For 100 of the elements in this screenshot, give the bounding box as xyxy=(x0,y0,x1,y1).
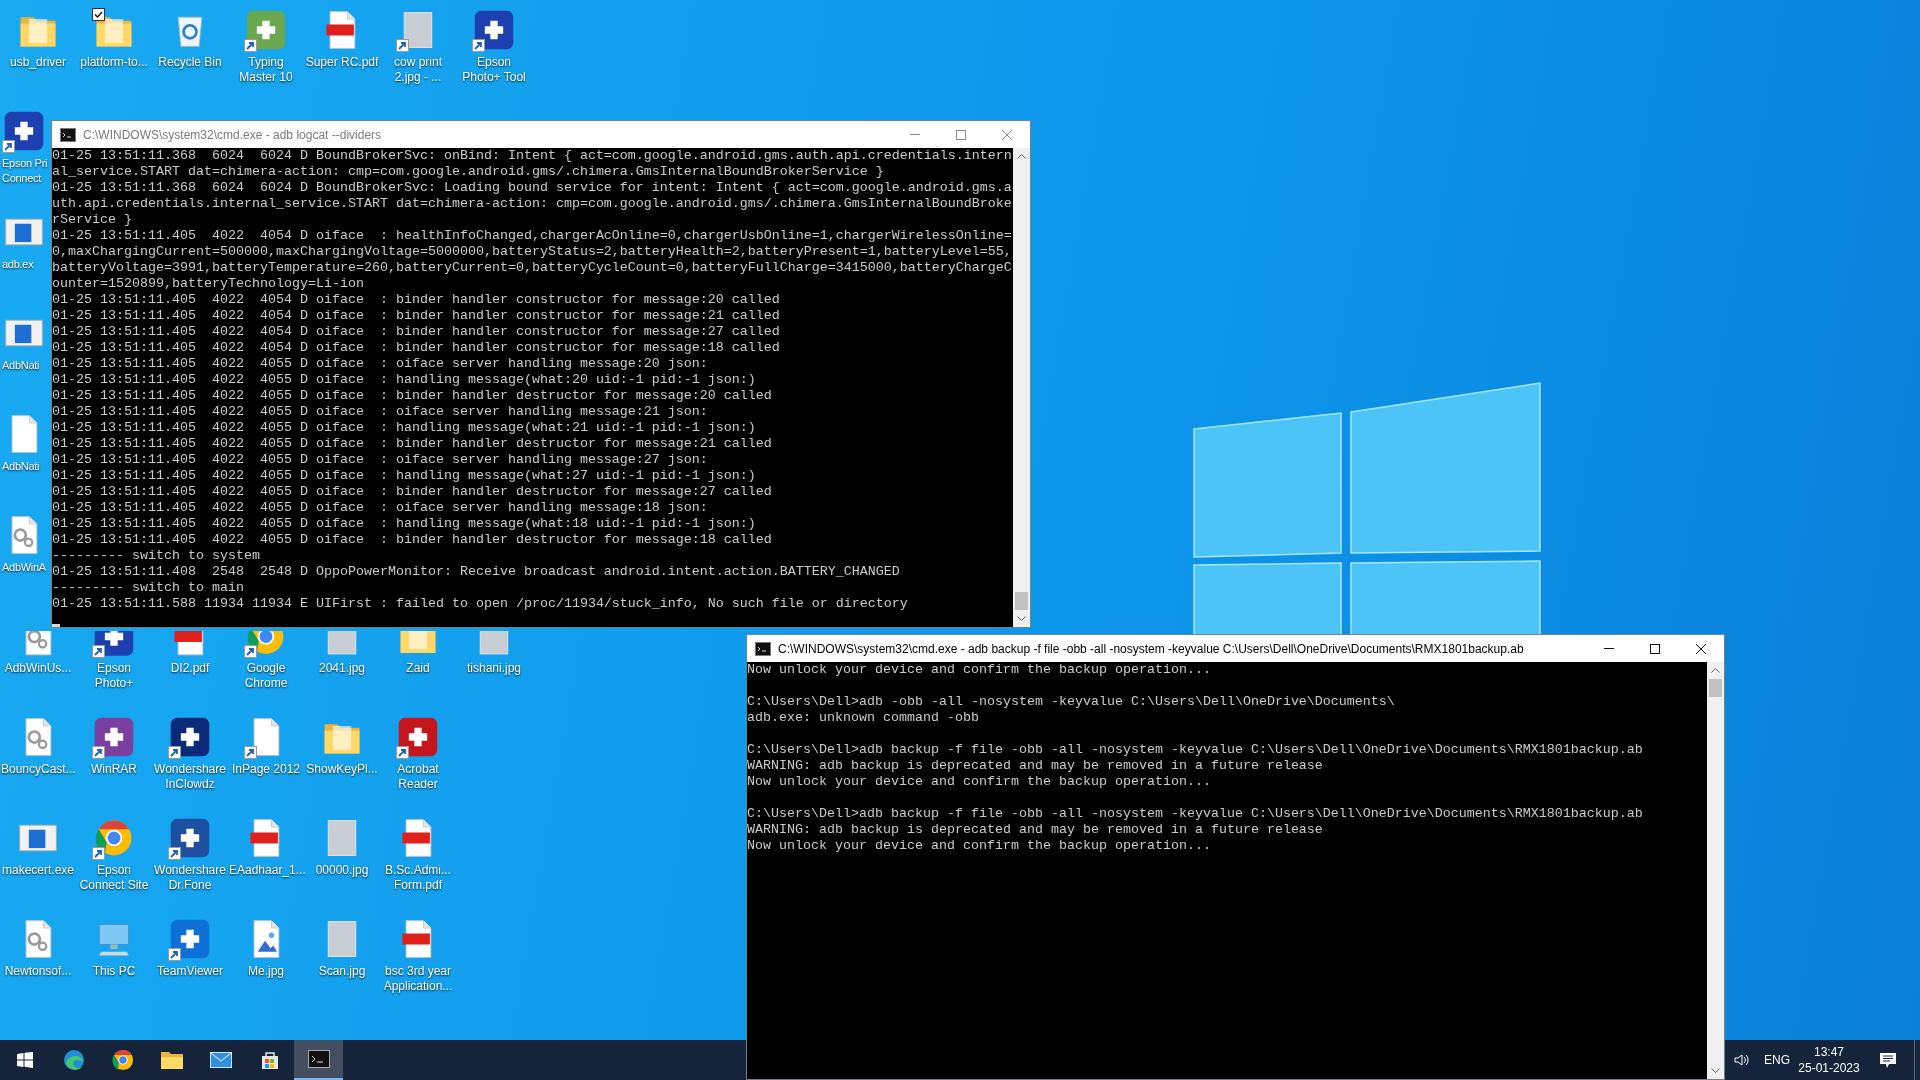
shortcut-arrow-icon xyxy=(396,746,409,759)
desktop-icon[interactable]: ShowKeyPl... xyxy=(305,715,379,777)
log-entry: 01-25 13:51:11.368 6024 6024 D BoundBrokerSvc: Loading bound service for intent: Intent { act=com.google.android.gms.auth.api.credentials.internal_service.START dat=chimera-action: cmp=com.google.android.gms/.chimera.GmsInternalBoundBrokerService } xyxy=(52,180,1013,228)
log-entry: 01-25 13:51:11.588 11934 11934 E UIFirst : failed to open /proc/11934/stuck_info, No such file or directory xyxy=(52,596,909,612)
text-cursor xyxy=(52,624,60,627)
folder-icon xyxy=(160,1051,183,1069)
maximize-icon xyxy=(956,129,966,140)
shortcut-arrow-icon xyxy=(244,746,257,759)
log-entry: 01-25 13:51:11.405 4022 4055 D oiface : binder handler destructor for message:18 called xyxy=(52,532,773,548)
shortcut-arrow-icon xyxy=(168,948,181,961)
desktop-icon[interactable]: Typing Master 10 xyxy=(229,8,303,85)
console-line: adb.exe: unknown command -obb xyxy=(747,710,980,726)
desktop-icon[interactable]: BouncyCast... xyxy=(1,715,75,777)
desktop-icon[interactable]: AdbNati xyxy=(2,311,50,373)
desktop-icon[interactable]: 00000.jpg xyxy=(305,816,379,878)
log-entry: 01-25 13:51:11.405 4022 4054 D oiface : binder handler constructor for message:27 called xyxy=(52,324,781,340)
desktop-icon[interactable]: EAadhaar_1... xyxy=(229,816,303,878)
shortcut-arrow-icon xyxy=(92,746,105,759)
log-entry: 01-25 13:51:11.405 4022 4055 D oiface : binder handler destructor for message:20 called xyxy=(52,388,773,404)
console-line: Now unlock your device and confirm the backup operation... xyxy=(747,662,1212,678)
desktop-icon[interactable]: TeamViewer xyxy=(153,917,227,979)
language-indicator[interactable]: ENG xyxy=(1758,1040,1796,1080)
log-entry: 01-25 13:51:11.368 6024 6024 D BoundBrokerSvc: onBind: Intent { act=com.google.android.gms.auth.api.credentials.internal_service.START dat=chimera-action: cmp=com.google.android.gms/.chimera.GmsInternalBoundBrokerService } xyxy=(52,148,1013,180)
maximize-icon xyxy=(1650,643,1660,654)
window-title: C:\WINDOWS\system32\cmd.exe - adb logcat --dividers xyxy=(83,126,383,144)
desktop-icon[interactable]: Wondershare Dr.Fone xyxy=(153,816,227,893)
scroll-up-icon[interactable] xyxy=(1711,668,1720,673)
log-entry: 01-25 13:51:11.405 4022 4054 D oiface : binder handler constructor for message:18 called xyxy=(52,340,781,356)
minimize-icon xyxy=(910,134,920,135)
shortcut-arrow-icon xyxy=(168,847,181,860)
console-line: WARNING: adb backup is deprecated and may be removed in a future release xyxy=(747,822,1324,838)
terminal-icon xyxy=(307,1050,330,1068)
window-title: C:\WINDOWS\system32\cmd.exe - adb backup -f file -obb -all -nosystem -keyvalue C:\Users\Dell\OneDrive\Documents\RMX1801backup.ab xyxy=(778,640,1525,658)
shortcut-arrow-icon xyxy=(472,39,485,52)
log-entry: 01-25 13:51:11.405 4022 4055 D oiface : oiface server handling message:20 json: xyxy=(52,356,709,372)
minimize-icon xyxy=(1604,648,1614,649)
log-entry: 01-25 13:51:11.408 2548 2548 D OppoPowerMonitor: Receive broadcast android.intent.action.BATTERY_CHANGED xyxy=(52,564,901,580)
desktop-icon[interactable]: Epson Photo+ Tool xyxy=(457,8,531,85)
shortcut-arrow-icon xyxy=(92,847,105,860)
scrollbar-thumb[interactable] xyxy=(1015,592,1028,610)
desktop-icon[interactable]: Wondershare InClowdz xyxy=(153,715,227,792)
scrollbar-thumb[interactable] xyxy=(1709,679,1722,697)
close-icon xyxy=(1002,129,1012,140)
desktop-icon[interactable]: tishani.jpg xyxy=(457,630,531,676)
start-icon xyxy=(16,1052,33,1068)
desktop-icon[interactable]: makecert.exe xyxy=(1,816,75,878)
console-line: C:\Users\Dell>adb backup -f file -obb -all -nosystem -keyvalue C:\Users\Dell\OneDrive\Documents\RMX1801backup.ab xyxy=(747,742,1644,758)
shortcut-arrow-icon xyxy=(244,645,257,658)
console-line: Now unlock your device and confirm the backup operation... xyxy=(747,838,1212,854)
browser-icon xyxy=(62,1049,85,1071)
desktop-icon[interactable]: Newtonsof... xyxy=(1,917,75,979)
log-entry: 01-25 13:51:11.405 4022 4054 D oiface : binder handler constructor for message:21 called xyxy=(52,308,781,324)
console-line: C:\Users\Dell>adb backup -f file -obb -all -nosystem -keyvalue C:\Users\Dell\OneDrive\Documents\RMX1801backup.ab xyxy=(747,806,1644,822)
desktop-icon[interactable]: 2041.jpg xyxy=(305,630,379,676)
log-entry: 01-25 13:51:11.405 4022 4055 D oiface : binder handler destructor for message:27 called xyxy=(52,484,773,500)
scrollbar[interactable] xyxy=(1013,148,1030,627)
scroll-down-icon[interactable] xyxy=(1711,1068,1720,1073)
checkbox[interactable] xyxy=(92,8,105,21)
shortcut-arrow-icon xyxy=(92,645,105,658)
shopping-bag-icon xyxy=(259,1050,280,1070)
speaker-icon xyxy=(1734,1053,1750,1067)
desktop-icon[interactable]: Epson Connect Site xyxy=(77,816,151,893)
desktop-icon[interactable]: AdbNati xyxy=(2,412,50,474)
log-entry: 01-25 13:51:11.405 4022 4055 D oiface : handling message(what:20 uid:-1 pid:-1 json:) xyxy=(52,372,757,388)
desktop-icon[interactable]: adb.ex xyxy=(2,210,50,272)
desktop-icon[interactable]: Epson Pri Connect xyxy=(2,109,50,186)
desktop-icon[interactable]: AdbWinUs... xyxy=(1,630,75,676)
desktop-icon[interactable]: Recycle Bin xyxy=(153,8,227,70)
log-entry: 01-25 13:51:11.405 4022 4055 D oiface : oiface server handling message:21 json: xyxy=(52,404,709,420)
log-entry: 01-25 13:51:11.405 4022 4055 D oiface : handling message(what:27 uid:-1 pid:-1 json:) xyxy=(52,468,757,484)
desktop-icon[interactable]: usb_driver xyxy=(1,8,75,70)
desktop-icon[interactable]: AdbWinA xyxy=(2,513,50,575)
log-entry: --------- switch to main xyxy=(52,580,245,596)
desktop-icon[interactable]: B.Sc.Admi... Form.pdf xyxy=(381,816,455,893)
log-entry: 01-25 13:51:11.405 4022 4055 D oiface : handling message(what:18 uid:-1 pid:-1 json:) xyxy=(52,516,757,532)
desktop-icon[interactable]: Super RC.pdf xyxy=(305,8,379,70)
log-entry: --------- switch to system xyxy=(52,548,261,564)
log-entry: 01-25 13:51:11.405 4022 4055 D oiface : handling message(what:21 uid:-1 pid:-1 json:) xyxy=(52,420,757,436)
scroll-up-icon[interactable] xyxy=(1017,154,1026,159)
clock[interactable]: 13:47 25-01-2023 xyxy=(1796,1040,1862,1080)
scroll-down-icon[interactable] xyxy=(1017,616,1026,621)
console-line: Now unlock your device and confirm the backup operation... xyxy=(747,774,1212,790)
taskbar-button[interactable] xyxy=(294,1040,343,1080)
desktop-icon[interactable]: This PC xyxy=(77,917,151,979)
desktop-icon[interactable]: Acrobat Reader xyxy=(381,715,455,792)
desktop-icon[interactable]: WinRAR xyxy=(77,715,151,777)
desktop-icon[interactable]: Me.jpg xyxy=(229,917,303,979)
log-entry: 01-25 13:51:11.405 4022 4054 D oiface : healthInfoChanged,chargerAcOnline=0,chargerUsbOnline=1,chargerWirelessOnline=0,maxChargingCurrent=500000,maxChargingVoltage=5000000,batteryStatus=2,batteryHealth=2,batteryPresent=1,batteryLevel=55,batteryVoltage=3991,batteryTemperature=260,batteryCurrent=0,batteryCycleCount=0,batteryFullCharge=3415000,batteryChargeCounter=1520899,batteryTechnology=Li-ion xyxy=(52,228,1013,292)
desktop-icon[interactable]: cow print 2.jpg - ... xyxy=(381,8,455,85)
log-entry: 01-25 13:51:11.405 4022 4055 D oiface : binder handler destructor for message:21 called xyxy=(52,436,773,452)
desktop-icon[interactable]: Scan.jpg xyxy=(305,917,379,979)
terminal-icon xyxy=(60,127,76,142)
scrollbar[interactable] xyxy=(1707,662,1724,1079)
desktop-icon[interactable]: InPage 2012 xyxy=(229,715,303,777)
console-line: C:\Users\Dell>adb -obb -all -nosystem -keyvalue C:\Users\Dell\OneDrive\Documents\ xyxy=(747,694,1396,710)
terminal-icon xyxy=(755,641,771,656)
shortcut-arrow-icon xyxy=(396,39,409,52)
mail-icon xyxy=(209,1052,232,1068)
desktop-icon[interactable]: platform-to... xyxy=(77,8,151,70)
desktop-icon[interactable]: bsc 3rd year Application... xyxy=(381,917,455,994)
